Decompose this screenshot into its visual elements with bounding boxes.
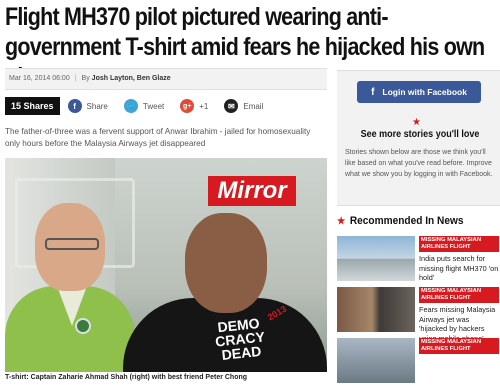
person-right-head [185,213,267,313]
recommended-title: Recommended In News [349,215,464,227]
email-share-label: Email [243,101,264,111]
twitter-share-button[interactable]: 🐦 Tweet [123,99,165,113]
sidebar: f Login with Facebook ★ See more stories… [337,70,500,383]
email-icon: ✉ [224,99,239,113]
gplus-share-label: +1 [199,101,209,111]
recommended-thumbnail[interactable] [337,236,415,281]
glasses-icon [45,238,99,250]
article-date: Mar 16, 2014 06:00 [9,75,70,82]
recommended-thumbnail[interactable] [337,287,415,332]
recommended-heading: ★ Recommended In News [337,212,487,230]
gplus-share-button[interactable]: g+ +1 [180,99,208,113]
article-meta: Mar 16, 2014 06:00 | By Josh Layton, Ben G… [5,68,327,90]
twitter-icon: 🐦 [123,99,138,113]
see-more-description: Stories shown below are those we think y… [345,149,493,178]
star-icon: ★ [337,215,346,227]
recommended-tag[interactable]: MISSING MALAYSIAN AIRLINES FLIGHT [419,338,499,354]
facebook-personalisation-box: f Login with Facebook ★ See more stories… [337,70,500,206]
mirror-logo: Mirror [208,176,296,206]
share-bar: 15 Shares f Share 🐦 Tweet g+ +1 ✉ Email [5,95,327,117]
recommended-headline[interactable]: India puts search for missing flight MH3… [419,254,499,283]
shirt-badge-icon [75,318,91,334]
facebook-share-button[interactable]: f Share [67,99,108,113]
star-icon: ★ [412,117,421,128]
google-plus-icon: g+ [180,99,195,113]
facebook-icon: f [371,86,375,98]
photo-caption: T-shirt: Captain Zaharie Ahmad Shah (rig… [5,374,248,381]
recommended-item[interactable]: MISSING MALAYSIAN AIRLINES FLIGHT [337,338,500,383]
twitter-share-label: Tweet [142,101,165,111]
facebook-login-label: Login with Facebook [382,87,467,97]
share-count: 15 Shares [5,97,60,115]
recommended-thumbnail[interactable] [337,338,415,383]
article-standfirst: The father-of-three was a fervent suppor… [5,127,311,148]
recommended-tag[interactable]: MISSING MALAYSIAN AIRLINES FLIGHT [419,287,499,303]
article-photo[interactable]: Mirror DEMO CRACY DEAD 2013 [5,158,327,372]
email-share-button[interactable]: ✉ Email [224,99,263,113]
facebook-login-button[interactable]: f Login with Facebook [357,81,481,103]
recommended-item[interactable]: MISSING MALAYSIAN AIRLINES FLIGHT India … [337,236,500,283]
see-more-title: See more stories you'll love [360,129,480,140]
recommended-tag[interactable]: MISSING MALAYSIAN AIRLINES FLIGHT [419,236,499,252]
facebook-icon: f [67,99,82,113]
recommended-item[interactable]: MISSING MALAYSIAN AIRLINES FLIGHT Fears … [337,287,500,343]
byline-label: By [81,75,90,82]
article-authors[interactable]: Josh Layton, Ben Glaze [92,75,171,82]
facebook-share-label: Share [86,101,108,111]
